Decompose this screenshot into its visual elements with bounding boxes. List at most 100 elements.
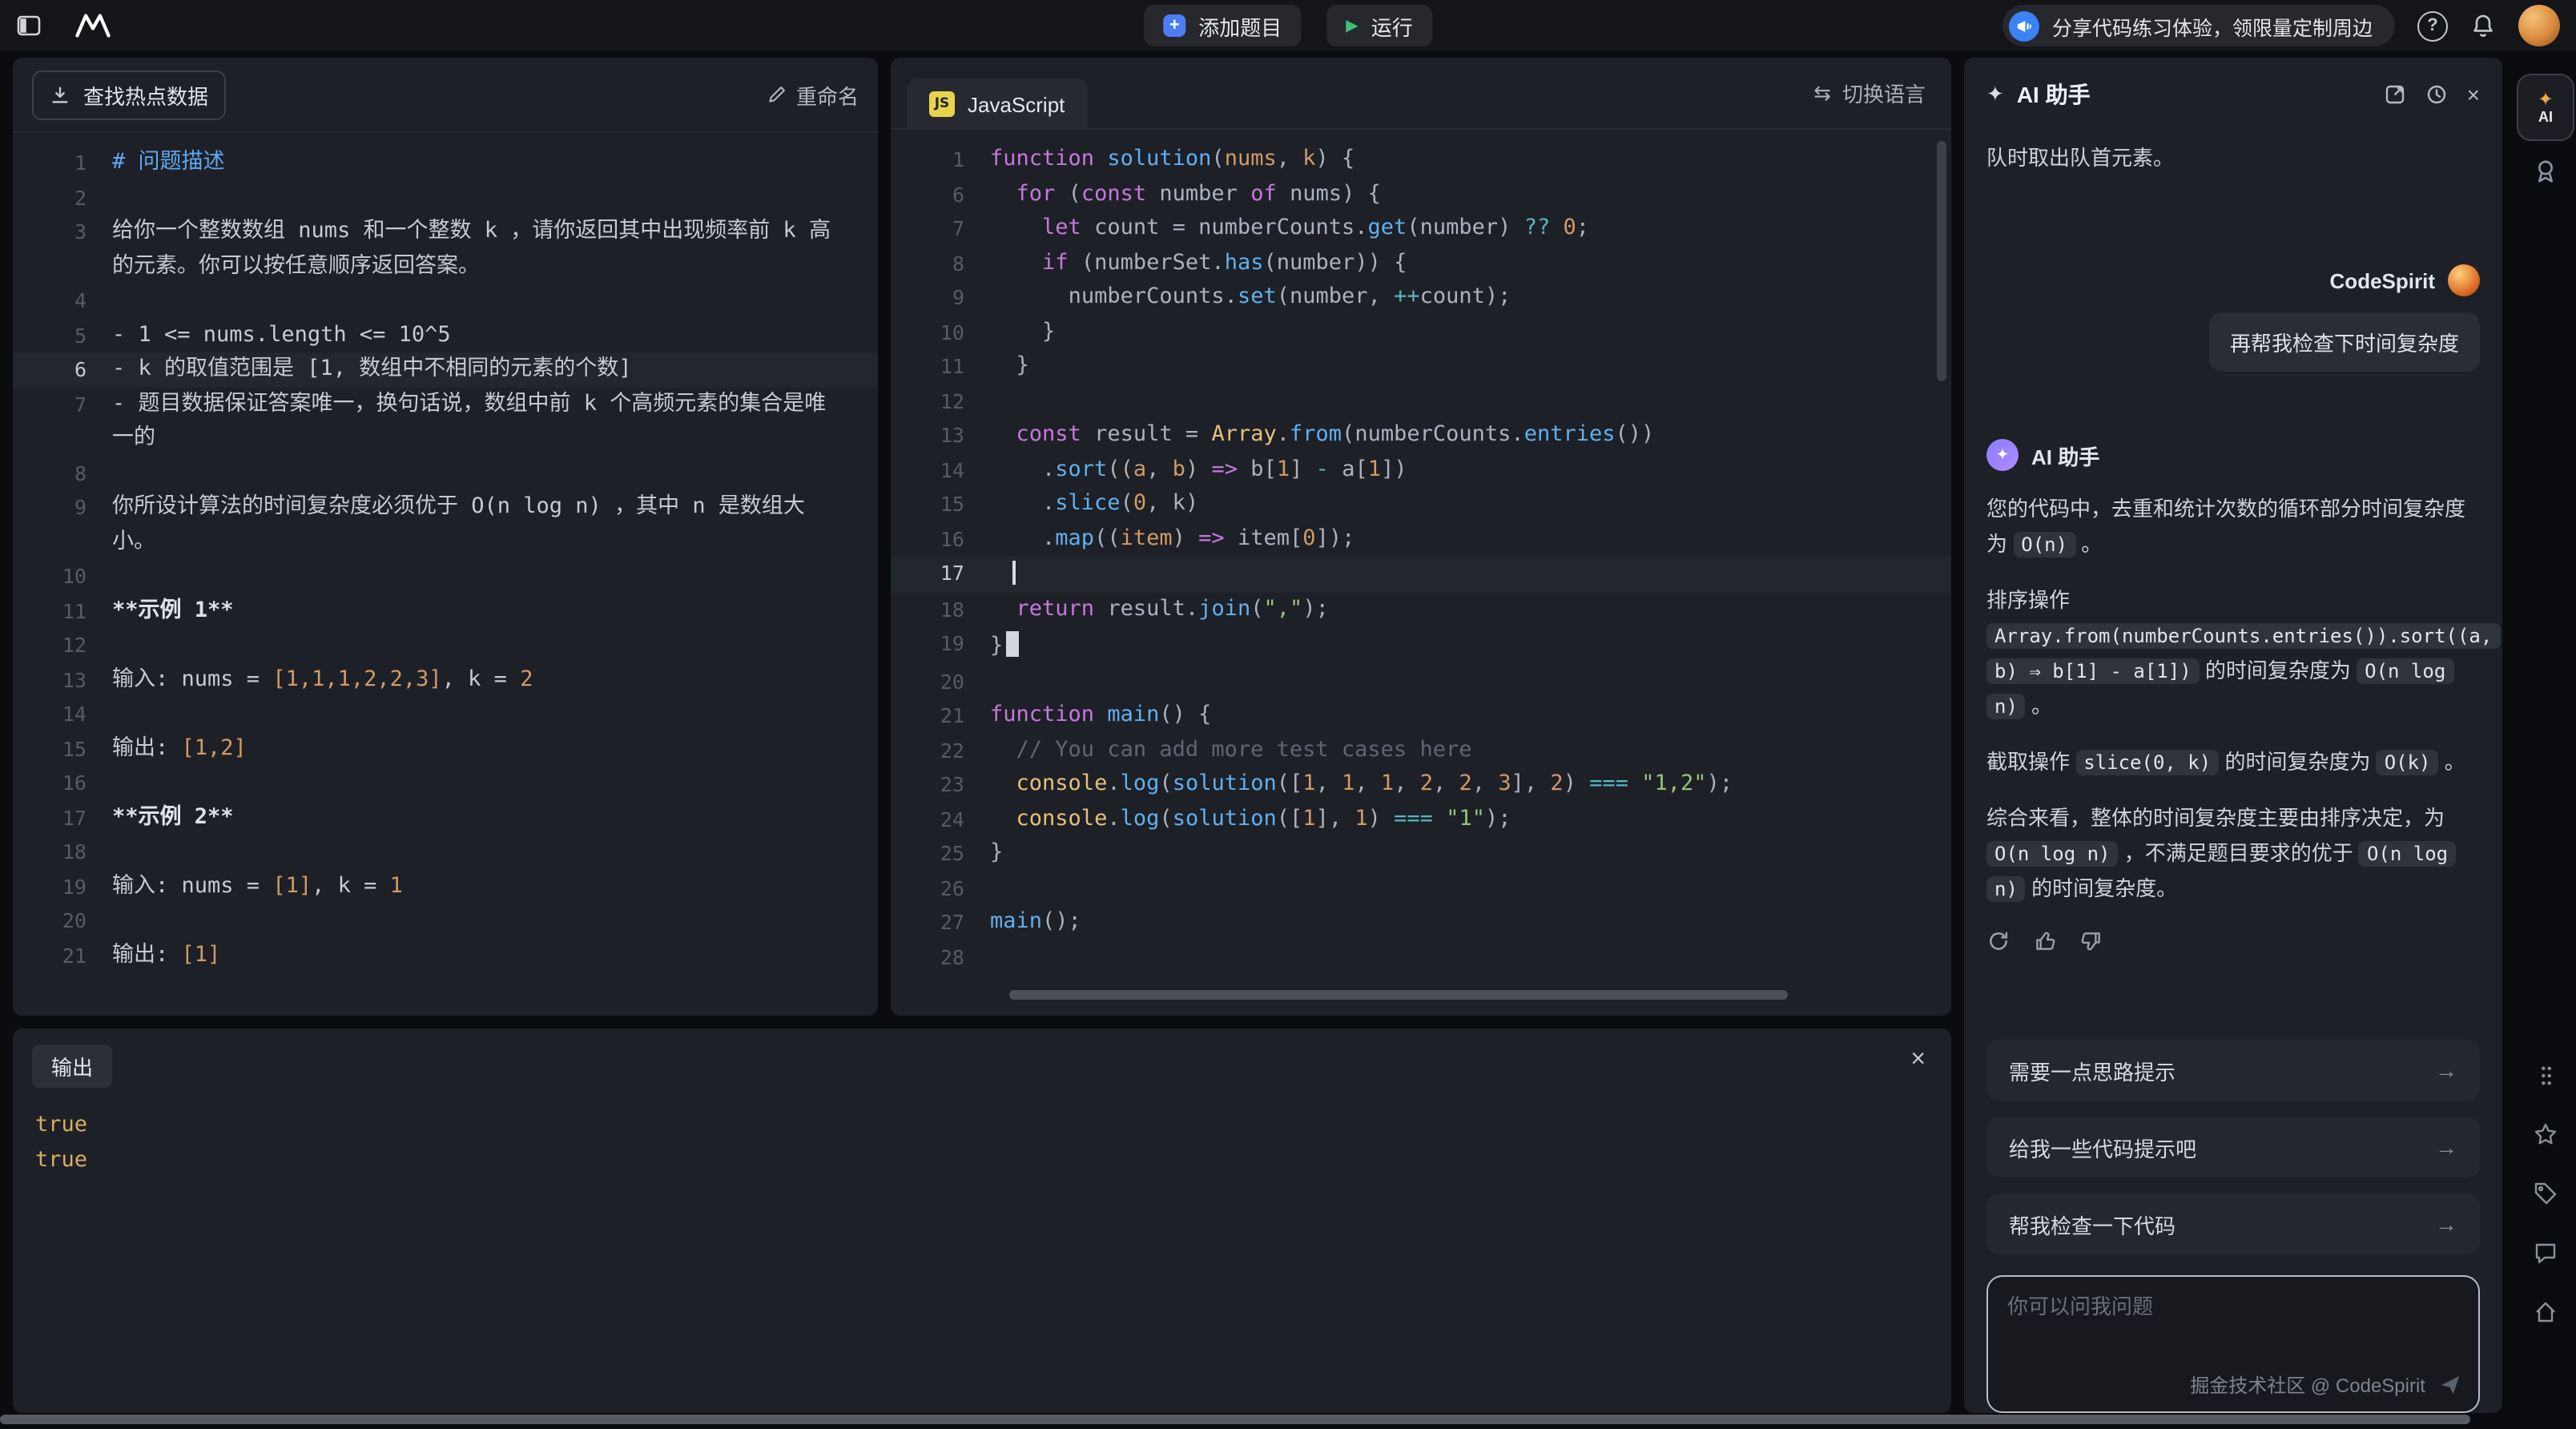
- help-icon[interactable]: ?: [2417, 10, 2448, 41]
- editor-vscrollbar[interactable]: [1937, 141, 1946, 381]
- suggestion-button[interactable]: 需要一点思路提示→: [1986, 1040, 2480, 1101]
- code-line-28[interactable]: 28: [891, 940, 1951, 974]
- line-content: if (numberSet.has(number)) {: [990, 246, 1951, 280]
- md-line-5[interactable]: 5- 1 <= nums.length <= 10^5: [13, 318, 878, 352]
- line-content: **示例 1**: [112, 594, 878, 628]
- line-number: 13: [13, 662, 112, 697]
- md-line-9[interactable]: 9你所设计算法的时间复杂度必须优于 O(n log n) ，其中 n 是数组大小…: [13, 490, 878, 559]
- line-content: 输入: nums = [1,1,1,2,2,3], k = 2: [112, 662, 878, 697]
- editor-hscrollbar[interactable]: [1009, 990, 1788, 1000]
- add-problem-button[interactable]: + 添加题目: [1144, 5, 1301, 46]
- sidebar-toggle-icon[interactable]: [16, 13, 42, 38]
- code-line-11[interactable]: 11 }: [891, 349, 1951, 384]
- popout-icon[interactable]: [2384, 83, 2406, 106]
- md-line-13[interactable]: 13输入: nums = [1,1,1,2,2,3], k = 2: [13, 662, 878, 697]
- md-line-8[interactable]: 8: [13, 456, 878, 490]
- promo-banner[interactable]: 分享代码练习体验，领限量定制周边: [2002, 5, 2395, 46]
- md-line-6[interactable]: 6- k 的取值范围是 [1, 数组中不相同的元素的个数]: [13, 352, 878, 387]
- home-icon[interactable]: [2533, 1299, 2558, 1325]
- code-line-13[interactable]: 13 const result = Array.from(numberCount…: [891, 418, 1951, 453]
- code-line-7[interactable]: 7 let count = numberCounts.get(number) ?…: [891, 211, 1951, 246]
- code-line-9[interactable]: 9 numberCounts.set(number, ++count);: [891, 280, 1951, 315]
- close-ai-icon[interactable]: ×: [2467, 82, 2480, 107]
- code-line-18[interactable]: 18 return result.join(",");: [891, 592, 1951, 626]
- ai-panel-title: AI 助手: [2017, 78, 2091, 111]
- problem-title-chip[interactable]: 查找热点数据: [32, 70, 226, 119]
- code-editor[interactable]: 1function solution(nums, k) {6 for (cons…: [891, 130, 1951, 1016]
- code-line-15[interactable]: 15 .slice(0, k): [891, 487, 1951, 521]
- chat-input[interactable]: [2007, 1294, 2459, 1318]
- code-line-17[interactable]: 17: [891, 556, 1951, 592]
- history-icon[interactable]: [2425, 83, 2448, 106]
- code-line-25[interactable]: 25}: [891, 836, 1951, 871]
- switch-language-button[interactable]: ⇆ 切换语言: [1813, 78, 1926, 108]
- code-line-1[interactable]: 1function solution(nums, k) {: [891, 143, 1951, 177]
- code-line-23[interactable]: 23 console.log(solution([1, 1, 1, 2, 2, …: [891, 767, 1951, 802]
- md-line-4[interactable]: 4: [13, 284, 878, 318]
- comment-icon[interactable]: [2533, 1240, 2558, 1266]
- drag-dots-icon[interactable]: [2537, 1064, 2554, 1088]
- md-line-7[interactable]: 7- 题目数据保证答案唯一，换句话说，数组中前 k 个高频元素的集合是唯一的: [13, 387, 878, 456]
- marscode-logo[interactable]: [74, 13, 112, 38]
- md-line-20[interactable]: 20: [13, 904, 878, 938]
- line-content: }: [990, 349, 1951, 384]
- close-output-icon[interactable]: ×: [1910, 1048, 1926, 1073]
- output-tab[interactable]: 输出: [32, 1045, 112, 1088]
- problem-editor[interactable]: 1# 问题描述23给你一个整数数组 nums 和一个整数 k ，请你返回其中出现…: [13, 133, 878, 985]
- code-line-24[interactable]: 24 console.log(solution([1], 1) === "1")…: [891, 802, 1951, 836]
- code-line-26[interactable]: 26: [891, 871, 1951, 905]
- md-line-11[interactable]: 11**示例 1**: [13, 594, 878, 628]
- rename-label: 重命名: [796, 79, 859, 110]
- bell-icon[interactable]: [2470, 13, 2496, 38]
- line-number: 11: [13, 594, 112, 628]
- md-line-14[interactable]: 14: [13, 697, 878, 731]
- code-line-19[interactable]: 19}: [891, 626, 1951, 664]
- add-icon: +: [1163, 14, 1185, 37]
- md-line-18[interactable]: 18: [13, 835, 878, 869]
- line-content: let count = numberCounts.get(number) ?? …: [990, 211, 1951, 246]
- md-line-10[interactable]: 10: [13, 559, 878, 594]
- md-line-19[interactable]: 19输入: nums = [1], k = 1: [13, 869, 878, 904]
- suggestion-button[interactable]: 帮我检查一下代码→: [1986, 1194, 2480, 1254]
- regenerate-icon[interactable]: [1986, 929, 2010, 953]
- code-line-8[interactable]: 8 if (numberSet.has(number)) {: [891, 246, 1951, 280]
- badge-icon[interactable]: [2531, 157, 2560, 186]
- ai-extension-button[interactable]: ✦ AI: [2517, 74, 2574, 141]
- tag-icon[interactable]: [2533, 1181, 2558, 1206]
- thumbs-up-icon[interactable]: [2033, 929, 2057, 953]
- chat-input-box[interactable]: 掘金技术社区 @ CodeSpirit: [1986, 1275, 2480, 1413]
- star-icon[interactable]: [2533, 1121, 2558, 1147]
- send-icon[interactable]: [2438, 1373, 2462, 1397]
- code-line-10[interactable]: 10 }: [891, 315, 1951, 349]
- code-line-27[interactable]: 27main();: [891, 905, 1951, 940]
- quick-toolbar: [2533, 1064, 2558, 1325]
- rename-button[interactable]: 重命名: [767, 79, 859, 110]
- code-line-21[interactable]: 21function main() {: [891, 698, 1951, 733]
- editor-panel: JS JavaScript ⇆ 切换语言 1function solution(…: [891, 58, 1951, 1016]
- line-number: 10: [891, 315, 990, 349]
- user-avatar[interactable]: [2518, 5, 2560, 46]
- md-line-15[interactable]: 15输出: [1,2]: [13, 731, 878, 766]
- md-line-1[interactable]: 1# 问题描述: [13, 146, 878, 180]
- md-line-17[interactable]: 17**示例 2**: [13, 800, 878, 835]
- md-line-21[interactable]: 21输出: [1]: [13, 938, 878, 972]
- code-line-6[interactable]: 6 for (const number of nums) {: [891, 177, 1951, 211]
- md-line-3[interactable]: 3给你一个整数数组 nums 和一个整数 k ，请你返回其中出现频率前 k 高的…: [13, 215, 878, 284]
- code-line-14[interactable]: 14 .sort((a, b) => b[1] - a[1]): [891, 453, 1951, 487]
- tab-javascript[interactable]: JS JavaScript: [907, 78, 1087, 130]
- md-line-16[interactable]: 16: [13, 766, 878, 800]
- line-number: 10: [13, 559, 112, 594]
- code-line-12[interactable]: 12: [891, 384, 1951, 418]
- community-credit: 掘金技术社区 @ CodeSpirit: [2190, 1371, 2425, 1399]
- window-hscrollbar[interactable]: [0, 1415, 2470, 1424]
- code-line-20[interactable]: 20: [891, 664, 1951, 698]
- thumbs-down-icon[interactable]: [2079, 929, 2103, 953]
- md-line-2[interactable]: 2: [13, 180, 878, 215]
- code-line-22[interactable]: 22 // You can add more test cases here: [891, 733, 1951, 767]
- md-line-12[interactable]: 12: [13, 628, 878, 662]
- run-button[interactable]: ▶ 运行: [1326, 5, 1431, 46]
- code-line-16[interactable]: 16 .map((item) => item[0]);: [891, 521, 1951, 556]
- suggestion-button[interactable]: 给我一些代码提示吧→: [1986, 1117, 2480, 1177]
- line-number: 27: [891, 905, 990, 940]
- line-number: 16: [13, 766, 112, 800]
